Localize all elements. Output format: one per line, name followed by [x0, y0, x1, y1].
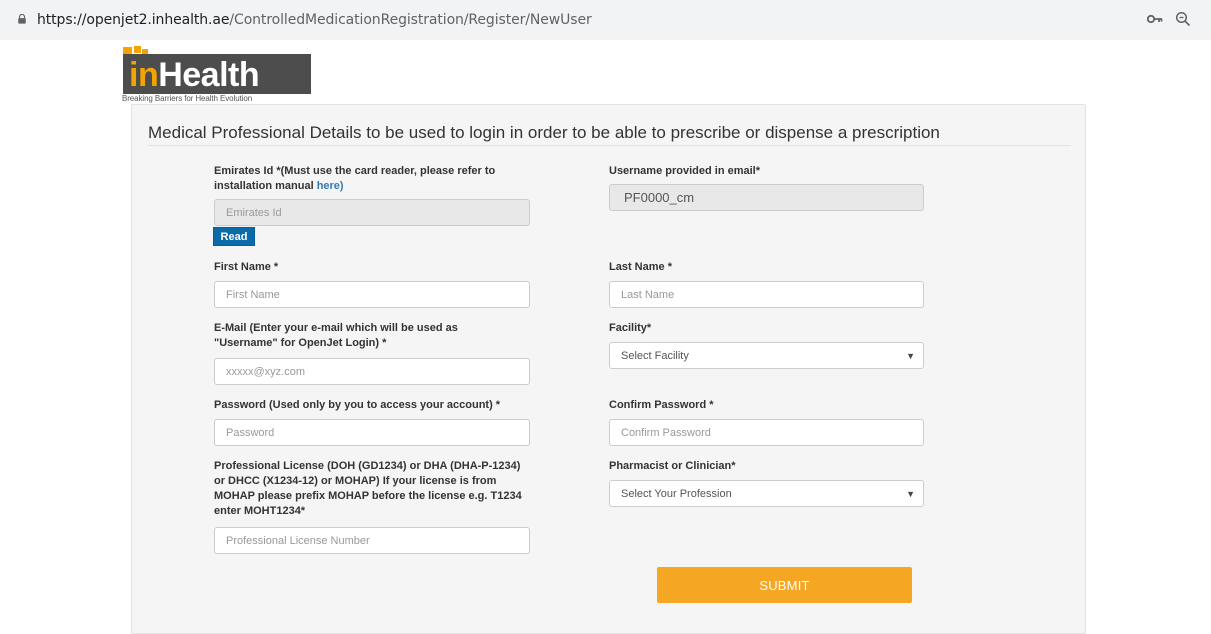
manual-link[interactable]: here) [317, 180, 344, 192]
license-label: Professional License (DOH (GD1234) or DH… [214, 460, 522, 517]
url-text[interactable]: https://openjet2.inhealth.ae/ControlledM… [37, 12, 592, 28]
logo-tagline: Breaking Barriers for Health Evolution [122, 94, 253, 103]
title-divider [148, 145, 1071, 146]
emirates-id-input[interactable]: Emirates Id [214, 199, 530, 226]
username-label: Username provided in email* [609, 165, 760, 177]
read-button[interactable]: Read [213, 227, 255, 246]
confirm-password-placeholder: Confirm Password [621, 426, 711, 439]
key-icon[interactable] [1147, 14, 1163, 24]
profession-selected: Select Your Profession [621, 487, 732, 500]
logo-wordmark: inHealth [129, 56, 260, 94]
facility-select[interactable]: Select Facility ▼ [609, 342, 924, 369]
last-name-input[interactable]: Last Name [609, 281, 924, 308]
emirates-id-label: Emirates Id *(Must use the card reader, … [214, 164, 534, 194]
zoom-icon[interactable] [1175, 11, 1191, 27]
emirates-id-label-text: Emirates Id *(Must use the card reader, … [214, 165, 496, 192]
first-name-label: First Name * [214, 261, 279, 273]
confirm-password-input[interactable]: Confirm Password [609, 419, 924, 446]
logo-square-2 [134, 46, 141, 53]
last-name-label: Last Name * [609, 261, 672, 273]
caret-down-icon: ▼ [906, 488, 915, 499]
password-label: Password (Used only by you to access you… [214, 399, 501, 411]
emirates-id-placeholder: Emirates Id [226, 206, 282, 219]
username-value: PF0000_cm [624, 190, 695, 205]
password-placeholder: Password [226, 426, 275, 439]
profession-select[interactable]: Select Your Profession ▼ [609, 480, 924, 507]
confirm-password-label: Confirm Password * [609, 399, 714, 411]
last-name-placeholder: Last Name [621, 288, 675, 301]
caret-down-icon: ▼ [906, 350, 915, 361]
email-placeholder: xxxxx@xyz.com [226, 365, 306, 378]
facility-selected: Select Facility [621, 349, 689, 362]
first-name-placeholder: First Name [226, 288, 280, 301]
form-title: Medical Professional Details to be used … [148, 123, 940, 142]
logo-wordmark-box: inHealth [123, 54, 311, 94]
logo-prefix: in [129, 56, 159, 94]
license-placeholder: Professional License Number [226, 534, 370, 547]
first-name-input[interactable]: First Name [214, 281, 530, 308]
inhealth-logo: inHealth Breaking Barriers for Health Ev… [121, 46, 311, 104]
email-input[interactable]: xxxxx@xyz.com [214, 358, 530, 385]
email-label: E-Mail (Enter your e-mail which will be … [214, 322, 458, 349]
logo-name: Health [158, 56, 260, 94]
facility-label: Facility* [609, 322, 652, 334]
username-field: PF0000_cm [609, 184, 924, 211]
lock-icon [18, 14, 26, 24]
url-path: /ControlledMedicationRegistration/Regist… [229, 12, 592, 28]
url-host: https://openjet2.inhealth.ae [37, 12, 230, 28]
profession-label: Pharmacist or Clinician* [609, 460, 736, 472]
license-input[interactable]: Professional License Number [214, 527, 530, 554]
registration-panel: Medical Professional Details to be used … [131, 104, 1086, 634]
submit-button[interactable]: SUBMIT [657, 567, 912, 603]
password-input[interactable]: Password [214, 419, 530, 446]
browser-address-bar[interactable]: https://openjet2.inhealth.ae/ControlledM… [0, 0, 1211, 40]
